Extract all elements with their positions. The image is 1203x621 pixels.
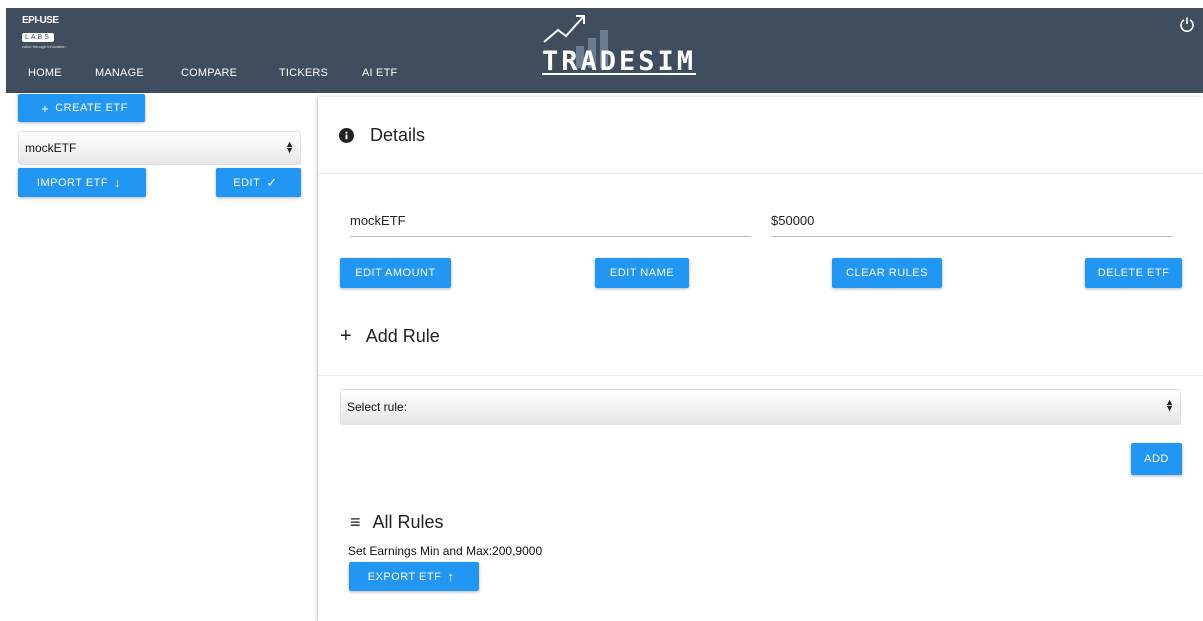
etf-amount-field[interactable]: $50000 [771,207,1173,237]
all-rules-header: ≡ All Rules [350,512,444,532]
divider [318,173,1203,174]
select-arrows-icon: ▲ ▼ [285,139,294,155]
edit-button[interactable]: EDIT ✓ [216,168,301,197]
edit-name-button[interactable]: EDIT NAME [595,258,689,288]
check-icon: ✓ [266,174,278,190]
edit-amount-button[interactable]: EDIT AMOUNT [340,258,451,288]
tradesim-logo: TRADESIM [536,10,726,80]
add-rule-header: + Add Rule [340,325,440,347]
epi-use-labs-logo: EPI-USE LABS value through innovation [22,15,66,49]
nav-manage[interactable]: MANAGE [95,67,144,79]
power-icon[interactable] [1179,16,1195,32]
delete-etf-button[interactable]: DELETE ETF [1085,258,1182,288]
etf-details-panel: Details mockETF $50000 EDIT AMOUNT EDIT … [318,97,1203,621]
info-icon [339,128,354,143]
nav-tickers[interactable]: TICKERS [279,67,328,79]
plus-icon: + [41,100,50,116]
select-arrows-icon: ▲ ▼ [1165,397,1174,413]
top-app-bar: EPI-USE LABS value through innovation HO… [6,8,1203,93]
menu-icon: ≡ [350,512,361,532]
details-header: Details [339,125,425,146]
add-rule-button[interactable]: ADD [1131,443,1182,475]
nav-ai-etf[interactable]: AI ETF [362,67,397,79]
create-etf-button[interactable]: + CREATE ETF [18,94,145,122]
export-etf-button[interactable]: EXPORT ETF ↑ [349,562,479,591]
rule-select[interactable]: Select rule: ▲ ▼ [340,389,1181,425]
divider [318,375,1203,376]
nav-compare[interactable]: COMPARE [181,67,237,79]
etf-name-field[interactable]: mockETF [350,207,751,237]
nav-home[interactable]: HOME [28,67,62,79]
etf-select[interactable]: mockETF ▲ ▼ [18,131,301,165]
brand-title: TRADESIM [542,46,697,77]
import-etf-button[interactable]: IMPORT ETF ↓ [18,168,146,197]
rule-item: Set Earnings Min and Max:200,9000 [348,544,543,558]
arrow-down-icon: ↓ [114,175,122,190]
arrow-up-icon: ↑ [447,569,455,584]
clear-rules-button[interactable]: CLEAR RULES [832,258,942,288]
plus-icon: + [340,325,352,347]
